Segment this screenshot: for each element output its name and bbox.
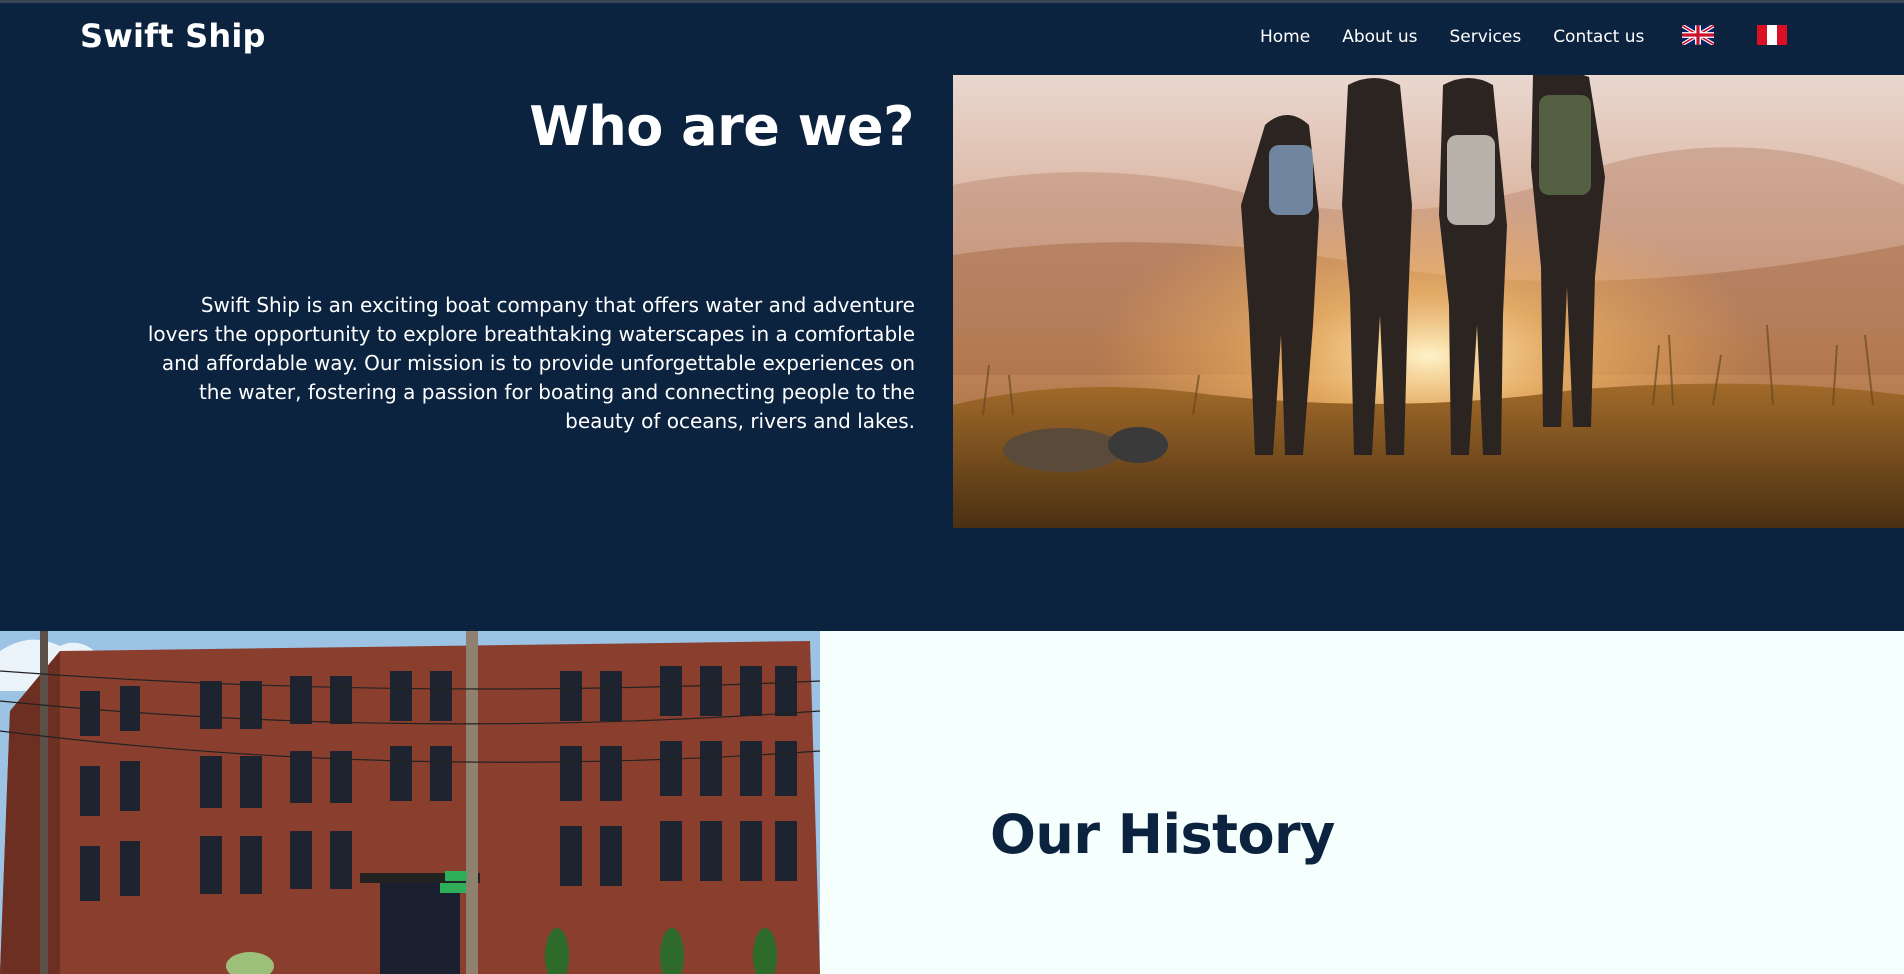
- nav-services[interactable]: Services: [1450, 27, 1522, 47]
- nav-contact[interactable]: Contact us: [1553, 27, 1644, 47]
- brand-logo[interactable]: Swift Ship: [80, 17, 266, 55]
- nav-home[interactable]: Home: [1260, 27, 1310, 47]
- brick-building-photo: [0, 631, 820, 974]
- uk-flag-icon[interactable]: [1682, 25, 1714, 45]
- site-header: Swift Ship Home About us Services Contac…: [0, 3, 1904, 75]
- history-title: Our History: [990, 803, 1335, 866]
- about-description: Swift Ship is an exciting boat company t…: [147, 293, 915, 433]
- about-title: Who are we?: [529, 95, 914, 158]
- peru-flag-icon[interactable]: [1756, 25, 1788, 45]
- history-section: Our History: [0, 631, 1904, 974]
- main-nav: Home About us Services Contact us: [1260, 27, 1676, 47]
- friends-sunset-photo: [953, 75, 1904, 528]
- about-section: Who are we? Swift Ship is an exciting bo…: [0, 75, 1904, 631]
- nav-about[interactable]: About us: [1342, 27, 1417, 47]
